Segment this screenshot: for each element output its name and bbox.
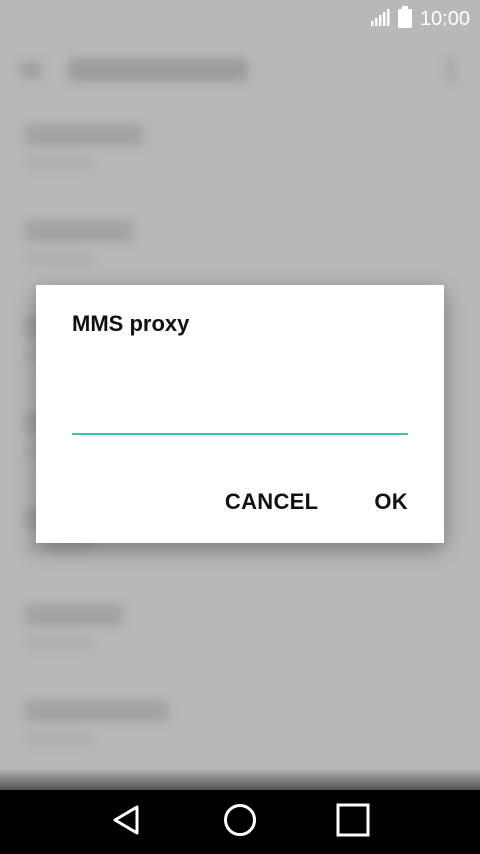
home-button[interactable]: [216, 798, 264, 846]
background-toolbar: [0, 38, 480, 102]
ok-button[interactable]: OK: [374, 489, 408, 515]
status-time: 10:00: [419, 7, 470, 30]
background-list-item: [0, 678, 480, 774]
background-back-arrow-icon: [20, 62, 42, 78]
dialog-title: MMS proxy: [72, 311, 190, 336]
cancel-button[interactable]: CANCEL: [225, 489, 318, 515]
navigation-bar: [0, 790, 480, 854]
status-bar: 10:00: [0, 0, 480, 38]
recents-button[interactable]: [329, 798, 377, 846]
mms-proxy-dialog: MMS proxy CANCEL OK: [36, 285, 444, 543]
mms-proxy-input[interactable]: [72, 383, 408, 435]
background-title: [68, 58, 248, 82]
background-more-icon: [446, 57, 456, 83]
signal-icon: [370, 7, 390, 32]
background-list-item: [0, 102, 480, 198]
background-list-item: [0, 582, 480, 678]
back-button[interactable]: [103, 798, 151, 846]
recents-icon: [336, 803, 370, 842]
nav-bar-shadow: [0, 768, 480, 790]
back-icon: [111, 804, 143, 841]
screen: 10:00 MMS proxy CANCEL OK: [0, 0, 480, 854]
dialog-actions: CANCEL OK: [225, 489, 408, 515]
background-list-item: [0, 198, 480, 294]
home-icon: [223, 803, 257, 842]
battery-icon: [397, 5, 412, 33]
